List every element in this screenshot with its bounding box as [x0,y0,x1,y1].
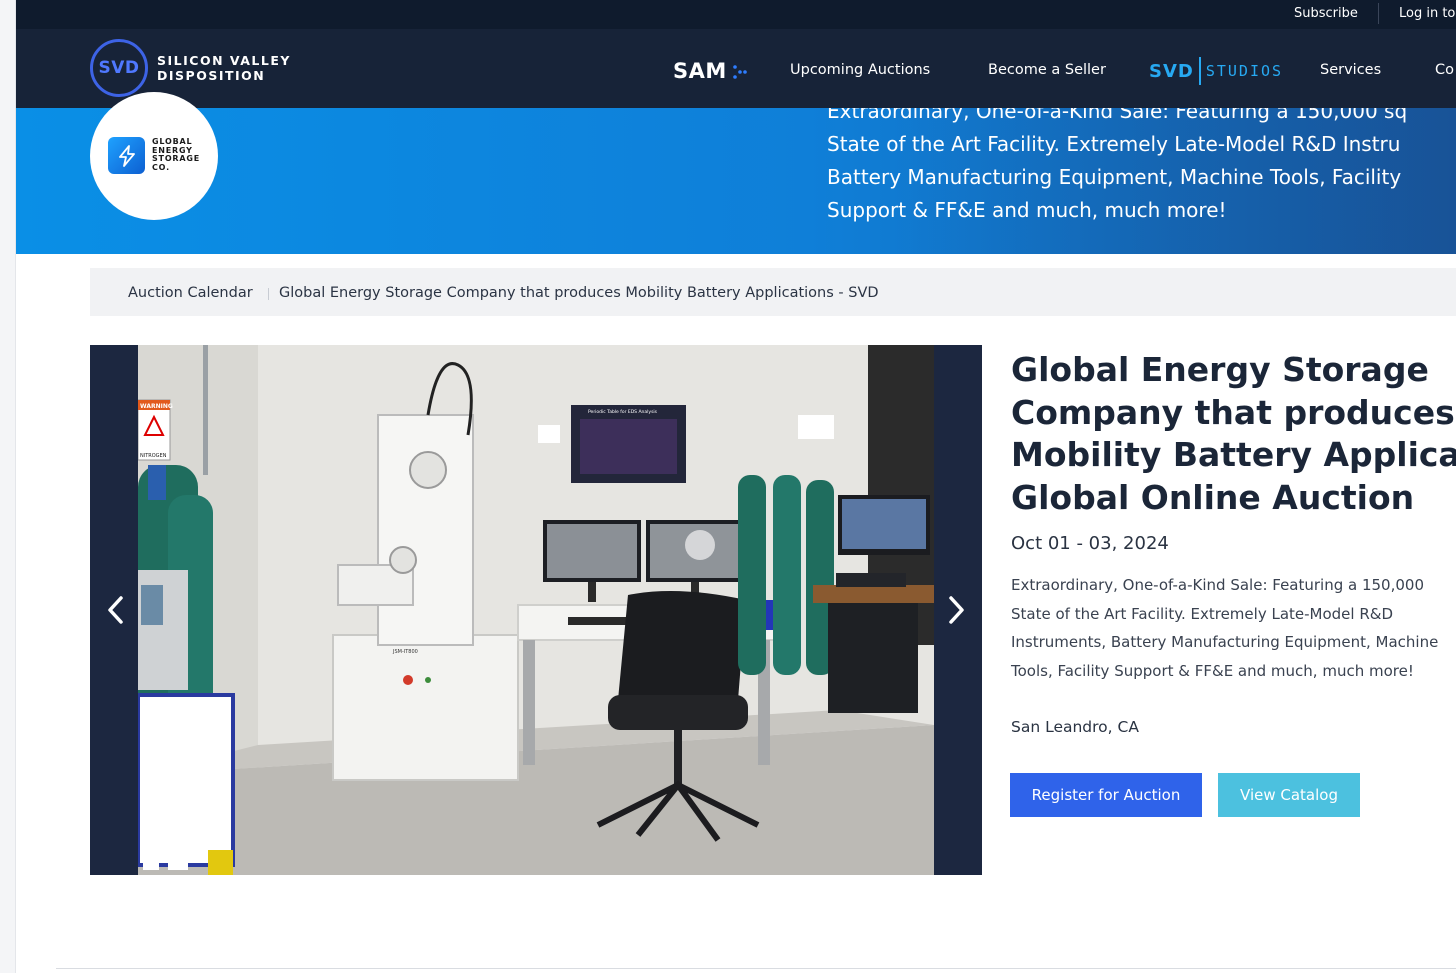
logo-line-2: DISPOSITION [157,68,266,83]
machine-label-text: JSM-IT800 [392,649,418,655]
lab-photo-illustration: WARNING NITROGEN JSM-IT800 Periodic Tabl… [138,345,934,875]
auction-date: Oct 01 - 03, 2024 [1011,533,1169,554]
nitrogen-sign-text: NITROGEN [140,453,167,459]
hero-line: Extraordinary, One-of-a-Kind Sale: Featu… [827,108,1408,123]
hero-line: Support & FF&E and much, much more! [827,198,1227,222]
hero-line: Battery Manufacturing Equipment, Machine… [827,165,1402,189]
sam-arrow-icon [733,65,747,79]
studios-svd-text: SVD [1149,60,1194,82]
poster-title-text: Periodic Table for EDS Analysis [588,409,658,415]
nav-contact[interactable]: Co [1435,62,1454,78]
main-navbar: SVD SILICON VALLEY DISPOSITION SAM Upcom… [16,29,1456,108]
description-line: Extraordinary, One-of-a-Kind Sale: Featu… [1011,576,1424,594]
hero-banner: Extraordinary, One-of-a-Kind Sale: Featu… [16,108,1456,254]
auction-location: San Leandro, CA [1011,718,1139,736]
title-line: Global Energy Storage [1011,350,1429,389]
left-gutter [0,0,16,973]
utility-divider [1378,3,1379,24]
warning-sign-text: WARNING [140,403,173,410]
auction-description: Extraordinary, One-of-a-Kind Sale: Featu… [1011,571,1456,685]
studios-divider [1198,57,1201,85]
breadcrumb-auction-calendar[interactable]: Auction Calendar [128,285,253,301]
gallery-next-arrow-icon[interactable] [946,595,966,625]
studios-text: STUDIOS [1205,62,1284,80]
brand-line: CO. [152,162,170,172]
company-logo-text[interactable]: SILICON VALLEY DISPOSITION [157,53,291,83]
title-line: Global Online Auction [1011,477,1415,517]
utility-bar: Subscribe Log in to [16,0,1456,29]
breadcrumb: Auction Calendar Global Energy Storage C… [90,268,1456,316]
gallery-prev-arrow-icon[interactable] [106,595,126,625]
lightning-icon [108,137,145,174]
view-catalog-button[interactable]: View Catalog [1218,773,1360,817]
description-line: State of the Art Facility. Extremely Lat… [1011,604,1394,623]
svd-studios-link[interactable]: SVD STUDIOS [1149,56,1283,86]
description-line: Tools, Facility Support & FF&E and much,… [1011,661,1414,680]
auction-title: Global Energy Storage Company that produ… [1011,349,1456,519]
hero-line: State of the Art Facility. Extremely Lat… [827,132,1401,156]
breadcrumb-separator [268,288,269,300]
nav-upcoming-auctions[interactable]: Upcoming Auctions [790,62,930,78]
nav-services[interactable]: Services [1320,62,1381,78]
sam-link[interactable]: SAM [673,59,727,83]
section-divider [56,968,1456,969]
login-link[interactable]: Log in to [1399,6,1455,21]
title-line: Company that produces [1011,392,1455,432]
nav-become-seller[interactable]: Become a Seller [988,62,1106,78]
lab-photo: WARNING NITROGEN JSM-IT800 Periodic Tabl… [138,345,934,875]
description-line: Instruments, Battery Manufacturing Equip… [1011,633,1439,651]
page: Subscribe Log in to SVD SILICON VALLEY D… [16,0,1456,973]
hero-description: Extraordinary, One-of-a-Kind Sale: Featu… [827,108,1456,227]
seller-logo-text: GLOBAL ENERGY STORAGE CO. [152,137,200,172]
logo-mark-text: SVD [98,58,140,78]
logo-line-1: SILICON VALLEY [157,53,291,68]
register-for-auction-button[interactable]: Register for Auction [1010,773,1202,817]
image-gallery: WARNING NITROGEN JSM-IT800 Periodic Tabl… [90,345,982,875]
title-line: Mobility Battery Application [1011,435,1456,474]
breadcrumb-current: Global Energy Storage Company that produ… [279,285,879,301]
subscribe-link[interactable]: Subscribe [1294,6,1358,21]
svd-logo-icon[interactable]: SVD [90,39,148,97]
